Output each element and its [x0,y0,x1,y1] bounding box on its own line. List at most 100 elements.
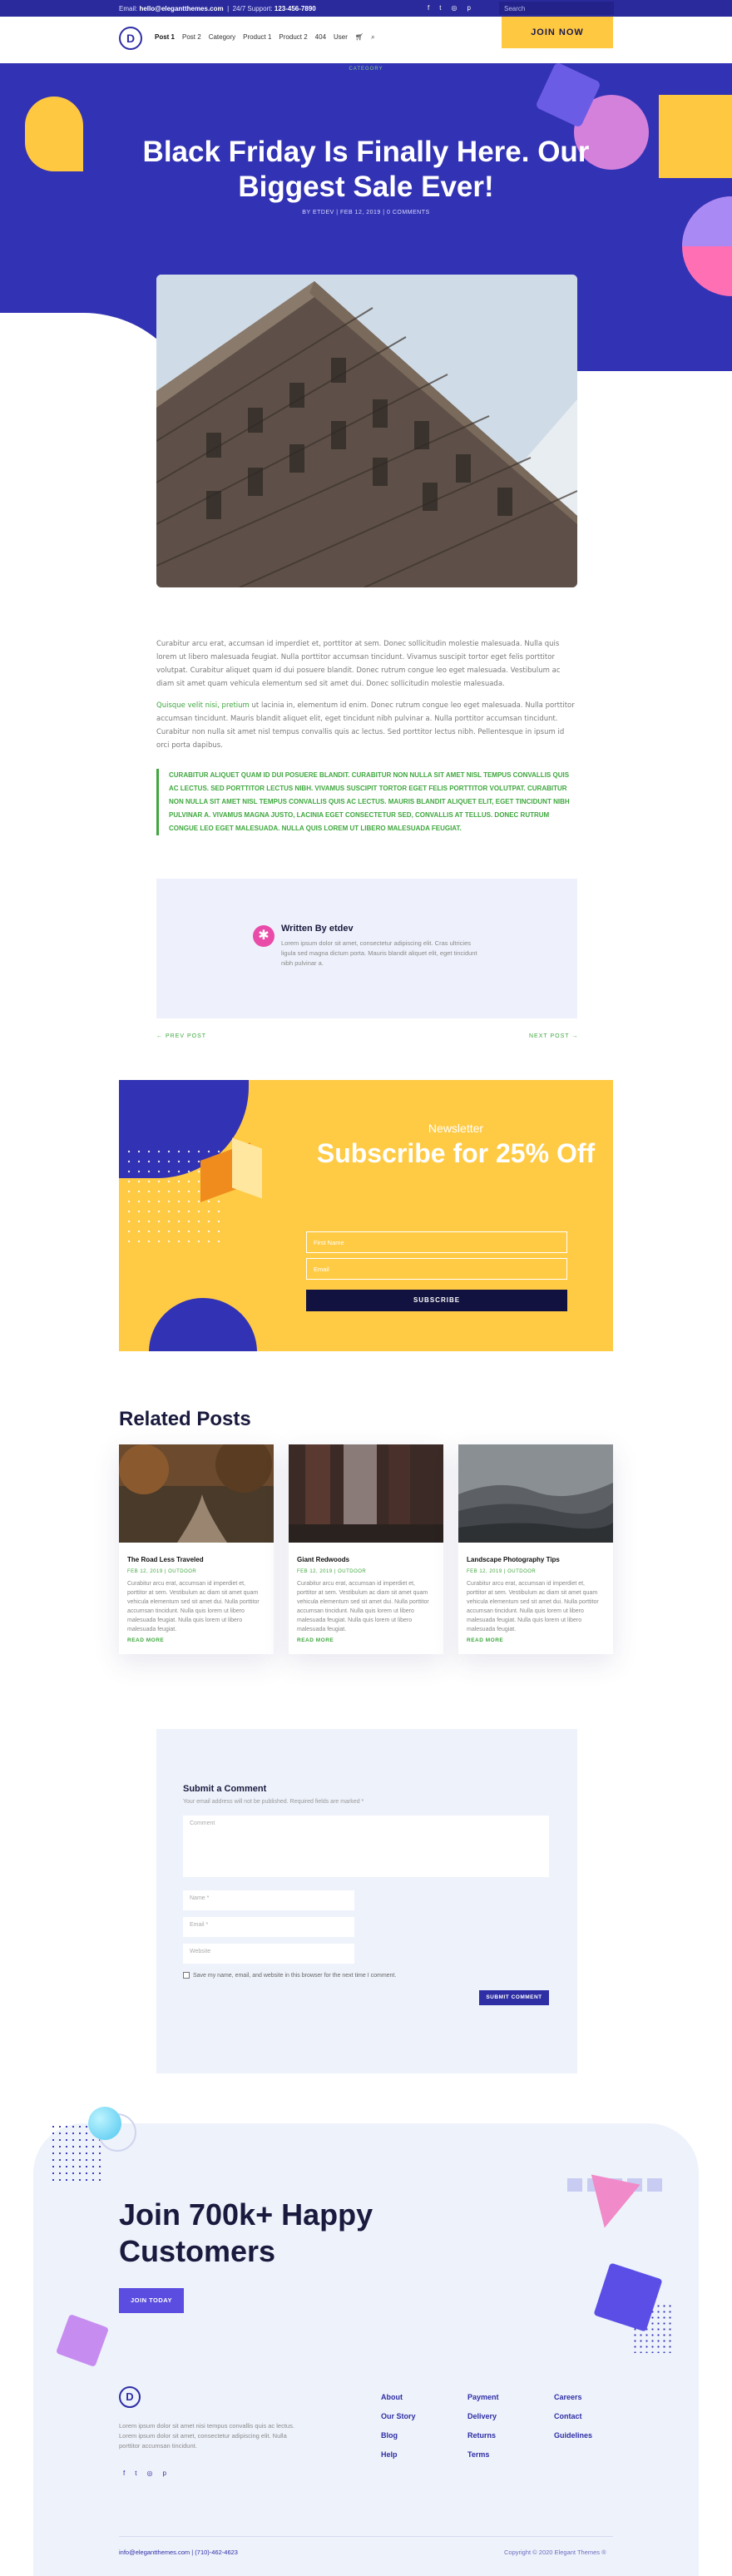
facebook-icon[interactable]: f [428,4,429,12]
author-avatar-icon: ✱ [253,925,274,947]
related-posts-heading: Related Posts [119,1408,251,1430]
footer-link-help[interactable]: Help [381,2445,416,2465]
main-nav: Post 1 Post 2 Category Product 1 Product… [155,33,375,42]
post-content: Curabitur arcu erat, accumsan id imperdi… [156,637,577,760]
author-bio: Lorem ipsum dolor sit amet, consectetur … [281,939,477,967]
top-bar: Email: hello@elegantthemes.com | 24/7 Su… [0,0,732,17]
search-icon[interactable]: ⌕ [371,33,374,42]
related-post-excerpt: Curabitur arcu erat, accumsan id imperdi… [297,1581,429,1632]
nav-item-user[interactable]: User [334,33,348,42]
hero-purple-half-circle [682,196,732,246]
join-now-button[interactable]: JOIN NOW [502,17,613,48]
post-thumbnail[interactable] [289,1444,443,1543]
comment-textarea[interactable]: Comment [183,1816,549,1877]
footer-logo[interactable]: D [119,2386,141,2408]
join-today-button[interactable]: JOIN TODAY [119,2288,184,2313]
footer-link-careers[interactable]: Careers [554,2388,592,2407]
read-more-link[interactable]: READ MORE [297,1637,334,1643]
footer-copyright: Copyright © 2020 Elegant Themes ® [504,2549,606,2556]
footer-link-our-story[interactable]: Our Story [381,2407,416,2426]
footer-link-returns[interactable]: Returns [467,2426,499,2445]
related-post-title[interactable]: The Road Less Traveled [127,1556,204,1563]
email-prefix: Email: [119,5,138,12]
related-post-meta: FEB 12, 2019 | OUTDOOR [297,1569,367,1574]
highlight-link[interactable]: Quisque velit nisi, pretium [156,701,250,710]
post-paragraph: Quisque velit nisi, pretium ut lacinia i… [156,699,577,752]
nav-item-product-1[interactable]: Product 1 [243,33,271,42]
hero-yellow-shape [25,97,83,171]
footer-bubble-shape [88,2107,121,2140]
nav-item-product-2[interactable]: Product 2 [279,33,307,42]
facebook-icon[interactable]: f [123,2469,125,2477]
footer-link-contact[interactable]: Contact [554,2407,592,2426]
author-box: ✱ Written By etdev Lorem ipsum dolor sit… [156,879,577,1018]
footer-link-payment[interactable]: Payment [467,2388,499,2407]
twitter-icon[interactable]: t [135,2469,136,2477]
email-field[interactable]: Email * [183,1917,354,1937]
newsletter-section: Newsletter Subscribe for 25% Off First N… [119,1080,613,1351]
post-title: Black Friday Is Finally Here. Our Bigges… [142,136,590,203]
footer-link-terms[interactable]: Terms [467,2445,499,2465]
twitter-icon[interactable]: t [439,4,441,12]
footer-title: Join 700k+ Happy Customers [119,2197,373,2268]
footer-links-column-2: Payment Delivery Returns Terms [467,2388,499,2465]
related-post-card[interactable]: The Road Less Traveled FEB 12, 2019 | OU… [119,1436,274,1654]
newsletter-label: Newsletter [428,1122,484,1135]
footer-link-guidelines[interactable]: Guidelines [554,2426,592,2445]
top-email-link[interactable]: hello@elegantthemes.com [139,5,223,12]
post-paragraph: Curabitur arcu erat, accumsan id imperdi… [156,640,561,688]
pinterest-icon[interactable]: p [467,4,470,12]
post-thumbnail[interactable] [458,1444,613,1543]
related-post-title[interactable]: Landscape Photography Tips [467,1556,560,1563]
site-header: D Post 1 Post 2 Category Product 1 Produ… [0,17,732,63]
related-post-meta: FEB 12, 2019 | OUTDOOR [127,1569,197,1574]
post-category[interactable]: CATEGORY [0,67,732,72]
footer-social-icons: f t ◎ p [123,2469,166,2477]
related-post-title[interactable]: Giant Redwoods [297,1556,349,1563]
footer-link-about[interactable]: About [381,2388,416,2407]
nav-item-post-1[interactable]: Post 1 [155,33,175,42]
featured-image [156,275,577,587]
newsletter-blue-circle [149,1298,257,1351]
top-contact: Email: hello@elegantthemes.com | 24/7 Su… [119,5,316,12]
subscribe-button[interactable]: SUBSCRIBE [306,1290,567,1311]
email-input[interactable]: Email [306,1258,567,1280]
save-info-checkbox-row: Save my name, email, and website in this… [183,1972,396,1979]
site-logo[interactable]: D [119,27,142,50]
save-info-checkbox[interactable] [183,1972,190,1979]
instagram-icon[interactable]: ◎ [146,2469,152,2477]
cart-icon[interactable]: 🛒︎ [355,33,364,42]
footer-link-blog[interactable]: Blog [381,2426,416,2445]
author-name[interactable]: Written By etdev [281,924,354,934]
related-post-excerpt: Curabitur arcu erat, accumsan id imperdi… [467,1581,599,1632]
pinterest-icon[interactable]: p [162,2469,166,2477]
next-post-link[interactable]: NEXT POST → [529,1033,578,1039]
top-search-input[interactable]: Search [499,2,614,15]
first-name-input[interactable]: First Name [306,1231,567,1253]
footer-links-column-3: Careers Contact Guidelines [554,2388,592,2445]
newsletter-title: Subscribe for 25% Off [316,1138,596,1168]
website-field[interactable]: Website [183,1944,354,1964]
footer-link-delivery[interactable]: Delivery [467,2407,499,2426]
blockquote: Curabitur aliquet quam id dui posuere bl… [156,769,577,835]
read-more-link[interactable]: READ MORE [467,1637,503,1643]
footer-contact-info: info@elegantthemes.com | (710)-462-4623 [119,2549,238,2556]
submit-comment-button[interactable]: SUBMIT COMMENT [479,1990,549,2005]
related-post-card[interactable]: Giant Redwoods FEB 12, 2019 | OUTDOOR Cu… [289,1444,443,1654]
related-post-card[interactable]: Landscape Photography Tips FEB 12, 2019 … [458,1444,613,1654]
comment-form: Submit a Comment Your email address will… [156,1729,577,2073]
prev-post-link[interactable]: ← PREV POST [156,1033,206,1039]
support-phone[interactable]: 123-456-7890 [274,5,316,12]
footer-links-column-1: About Our Story Blog Help [381,2388,416,2465]
instagram-icon[interactable]: ◎ [451,4,457,12]
nav-item-post-2[interactable]: Post 2 [182,33,201,42]
read-more-link[interactable]: READ MORE [127,1637,164,1643]
building-photo [156,275,577,587]
nav-item-404[interactable]: 404 [315,33,326,42]
name-field[interactable]: Name * [183,1890,354,1910]
related-post-meta: FEB 12, 2019 | OUTDOOR [467,1569,537,1574]
save-info-label: Save my name, email, and website in this… [193,1972,397,1979]
post-thumbnail[interactable] [119,1436,274,1543]
nav-item-category[interactable]: Category [209,33,235,42]
hero-yellow-block [659,95,732,178]
